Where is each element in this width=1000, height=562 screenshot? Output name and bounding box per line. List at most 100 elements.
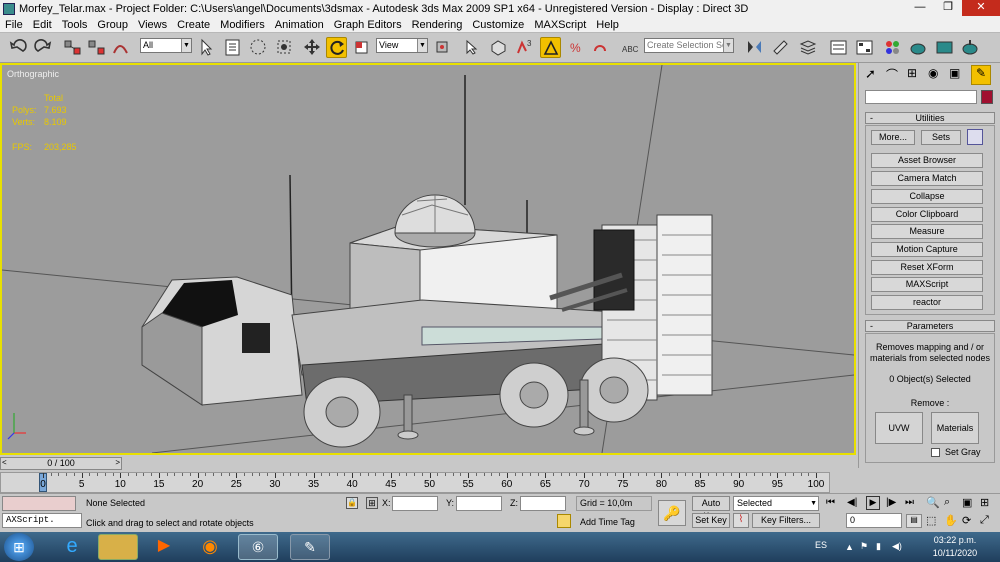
utilities-rollout-header[interactable]: - Utilities <box>865 112 995 124</box>
rendered-frame-icon[interactable] <box>934 37 955 58</box>
menu-animation[interactable]: Animation <box>270 19 329 31</box>
rotate-icon[interactable] <box>326 37 347 58</box>
reference-coord-dropdown[interactable]: View ▼ <box>376 38 428 53</box>
maxscript-listener-pink[interactable] <box>2 496 76 511</box>
volume-tray-icon[interactable]: ◀) <box>892 541 902 552</box>
menu-views[interactable]: Views <box>133 19 172 31</box>
menu-graph-editors[interactable]: Graph Editors <box>329 19 407 31</box>
material-editor-icon[interactable] <box>882 37 903 58</box>
add-time-tag[interactable]: Add Time Tag <box>580 517 635 527</box>
tray-chevron-icon[interactable]: ▲ <box>845 542 854 552</box>
x-coordinate-field[interactable] <box>392 496 438 511</box>
close-button[interactable]: ✕ <box>962 0 1000 16</box>
menu-tools[interactable]: Tools <box>57 19 93 31</box>
window-crossing-icon[interactable] <box>274 37 295 58</box>
set-gray-checkbox[interactable] <box>931 448 940 457</box>
network-tray-icon[interactable]: ▮ <box>876 541 881 552</box>
angle-snap-icon[interactable] <box>540 37 561 58</box>
selection-filter-dropdown[interactable]: All ▼ <box>140 38 192 53</box>
menu-help[interactable]: Help <box>591 19 624 31</box>
file-explorer-icon[interactable] <box>98 534 138 560</box>
set-key-big-icon[interactable]: 🔑 <box>658 500 686 526</box>
3ds-max-taskbar-icon[interactable]: ⑥ <box>238 534 278 560</box>
pivot-center-icon[interactable] <box>432 37 453 58</box>
track-bar[interactable]: 0 5 10 15 20 25 30 35 40 45 50 55 60 65 70 75 80 85 90 95 10… <box>0 472 830 493</box>
create-tab-icon[interactable]: ➚ <box>865 66 883 84</box>
zoom-region-icon[interactable]: ⬚ <box>926 514 936 527</box>
pan-icon[interactable]: ✋ <box>944 514 958 527</box>
render-setup-icon[interactable] <box>908 37 929 58</box>
time-slider-next-icon[interactable]: > <box>115 458 120 467</box>
redo-icon[interactable] <box>32 37 53 58</box>
orthographic-viewport[interactable]: Orthographic Total Polys: 7.693 Verts: 8… <box>0 63 856 455</box>
utilities-tab-icon[interactable]: ✎ <box>971 65 991 85</box>
current-frame-field[interactable]: 0 <box>846 513 902 528</box>
time-slider[interactable]: < 0 / 100 > <box>0 457 122 470</box>
camera-match-button[interactable]: Camera Match <box>871 171 983 186</box>
curve-editor-icon[interactable] <box>828 37 849 58</box>
schematic-view-icon[interactable] <box>854 37 875 58</box>
percent-snap-icon[interactable]: % <box>566 37 587 58</box>
layer-manager-icon[interactable] <box>798 37 819 58</box>
maxscript-button[interactable]: MAXScript <box>871 277 983 292</box>
absolute-mode-icon[interactable]: ⊞ <box>366 497 378 509</box>
measure-button[interactable]: Measure <box>871 224 983 239</box>
select-object-icon[interactable] <box>196 37 217 58</box>
bind-space-warp-icon[interactable] <box>110 37 131 58</box>
set-key-button[interactable]: Set Key <box>692 513 730 528</box>
clock-time[interactable]: 03:22 p.m. <box>920 535 990 545</box>
key-mode-dropdown[interactable]: Selected ▼ <box>733 496 819 511</box>
next-frame-icon[interactable]: |▶ <box>886 497 896 508</box>
y-coordinate-field[interactable] <box>456 496 502 511</box>
select-manipulate-icon[interactable] <box>462 37 483 58</box>
unlink-icon[interactable] <box>86 37 107 58</box>
object-color-swatch[interactable] <box>981 90 993 104</box>
motion-tab-icon[interactable]: ◉ <box>928 66 946 84</box>
menu-edit[interactable]: Edit <box>28 19 57 31</box>
menu-create[interactable]: Create <box>172 19 215 31</box>
uvw-button[interactable]: UVW <box>875 412 923 444</box>
link-icon[interactable] <box>62 37 83 58</box>
object-name-field[interactable] <box>865 90 977 104</box>
z-coordinate-field[interactable] <box>520 496 566 511</box>
more-button[interactable]: More... <box>871 130 915 145</box>
zoom-icon[interactable]: 🔍 <box>926 496 940 509</box>
reactor-button[interactable]: reactor <box>871 295 983 310</box>
maximize-viewport-icon[interactable]: ⤢ <box>980 514 989 527</box>
orbit-icon[interactable]: ⟳ <box>962 514 971 527</box>
modify-tab-icon[interactable]: ⌒ <box>886 66 904 84</box>
hierarchy-tab-icon[interactable]: ⊞ <box>907 66 925 84</box>
color-clipboard-button[interactable]: Color Clipboard <box>871 207 983 222</box>
default-tangent-icon[interactable]: ⌇ <box>733 513 749 528</box>
reset-xform-button[interactable]: Reset XForm <box>871 260 983 275</box>
time-tag-icon[interactable] <box>557 514 571 528</box>
menu-customize[interactable]: Customize <box>467 19 529 31</box>
menu-group[interactable]: Group <box>92 19 133 31</box>
paint-taskbar-icon[interactable]: ✎ <box>290 534 330 560</box>
motion-capture-button[interactable]: Motion Capture <box>871 242 983 257</box>
named-selection-dropdown[interactable]: Create Selection Set ▼ <box>644 38 734 53</box>
edit-named-selection-icon[interactable]: ABC <box>620 37 641 58</box>
media-player-icon[interactable]: ▶ <box>144 534 184 560</box>
sets-button[interactable]: Sets <box>921 130 961 145</box>
clock-date[interactable]: 10/11/2020 <box>920 548 990 558</box>
asset-browser-button[interactable]: Asset Browser <box>871 153 983 168</box>
start-button-icon[interactable]: ⊞ <box>4 533 34 561</box>
parameters-rollout-header[interactable]: - Parameters <box>865 320 995 332</box>
minimize-button[interactable]: — <box>906 0 934 16</box>
configure-button-sets-icon[interactable] <box>967 129 983 145</box>
key-filters-button[interactable]: Key Filters... <box>752 513 820 528</box>
maximize-button[interactable]: ❐ <box>934 0 962 16</box>
snap-toggle-icon[interactable]: 3 <box>514 37 535 58</box>
language-indicator[interactable]: ES <box>815 540 827 550</box>
goto-start-icon[interactable]: ⏮ <box>826 497 835 508</box>
firefox-icon[interactable]: ◉ <box>190 534 230 560</box>
flag-tray-icon[interactable]: ⚑ <box>860 541 868 552</box>
play-icon[interactable]: ▶ <box>866 496 880 510</box>
time-config-icon[interactable]: ▤ <box>906 514 922 528</box>
region-select-icon[interactable] <box>248 37 269 58</box>
time-slider-prev-icon[interactable]: < <box>2 458 7 467</box>
previous-frame-icon[interactable]: ◀| <box>847 497 857 508</box>
menu-file[interactable]: File <box>0 19 28 31</box>
display-tab-icon[interactable]: ▣ <box>949 66 967 84</box>
